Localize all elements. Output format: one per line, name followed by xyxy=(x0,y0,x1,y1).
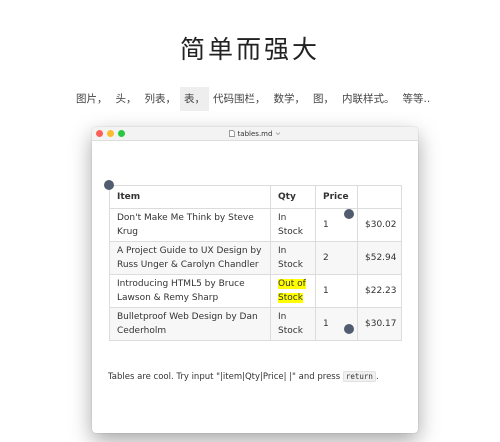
hero-title: 简单而强大 xyxy=(179,35,320,64)
table-row: Introducing HTML5 by Bruce Lawson & Remy… xyxy=(109,274,402,308)
column-header-empty[interactable] xyxy=(357,185,402,209)
cell-total[interactable]: $22.23 xyxy=(357,274,402,308)
table-row: Don't Make Me Think by Steve Krug In Sto… xyxy=(109,208,402,242)
cell-item[interactable]: Don't Make Me Think by Steve Krug xyxy=(109,208,271,242)
footer-text: Tables are cool. Try input "|item|Qty|Pr… xyxy=(108,372,343,382)
nav-item-math[interactable]: 数学， xyxy=(270,87,310,111)
nav-item-headers[interactable]: 头， xyxy=(112,87,141,111)
table-row: Bulletproof Web Design by Dan Cederholm … xyxy=(109,307,402,341)
chevron-down-icon[interactable] xyxy=(275,131,281,136)
cell-item[interactable]: A Project Guide to UX Design by Russ Ung… xyxy=(109,241,271,275)
window-filename: tables.md xyxy=(237,130,273,138)
cursor-dot xyxy=(104,180,114,190)
cell-qty[interactable]: In Stock xyxy=(270,307,316,341)
cursor-dot xyxy=(344,209,354,219)
nav-item-images[interactable]: 图片， xyxy=(72,87,112,111)
cell-total[interactable]: $30.17 xyxy=(357,307,402,341)
nav-item-more[interactable]: 等等.. xyxy=(399,87,435,111)
feature-nav: 图片， 头， 列表， 表， 代码围栏， 数学， 图， 内联样式。 等等.. xyxy=(72,87,434,111)
cell-item[interactable]: Introducing HTML5 by Bruce Lawson & Remy… xyxy=(109,274,271,308)
column-header-price[interactable]: Price xyxy=(315,185,358,209)
cell-qty[interactable]: Out of Stock xyxy=(270,274,316,308)
document-icon xyxy=(229,130,236,137)
footer-note: Tables are cool. Try input "|item|Qty|Pr… xyxy=(108,371,379,382)
cell-price[interactable]: 1 xyxy=(315,274,358,308)
return-key-label: return xyxy=(342,371,376,382)
cell-qty[interactable]: In Stock xyxy=(270,241,316,275)
cell-total[interactable]: $52.94 xyxy=(357,241,402,275)
editor-window: tables.md Item Qty Price Don't Make Me T… xyxy=(92,127,418,433)
cell-qty[interactable]: In Stock xyxy=(270,208,316,242)
highlighted-text: Out of Stock xyxy=(278,279,306,303)
window-titlebar: tables.md xyxy=(92,127,418,141)
nav-item-tables[interactable]: 表， xyxy=(180,87,209,111)
nav-item-code-fences[interactable]: 代码围栏， xyxy=(209,87,270,111)
nav-item-lists[interactable]: 列表， xyxy=(141,87,181,111)
cell-total[interactable]: $30.02 xyxy=(357,208,402,242)
footer-text-end: . xyxy=(375,372,379,382)
markdown-table[interactable]: Item Qty Price Don't Make Me Think by St… xyxy=(109,185,402,341)
cursor-dot xyxy=(344,324,354,334)
table-header-row: Item Qty Price xyxy=(109,185,402,209)
table-row: A Project Guide to UX Design by Russ Ung… xyxy=(109,241,402,275)
column-header-qty[interactable]: Qty xyxy=(270,185,316,209)
nav-item-inline-styles[interactable]: 内联样式。 xyxy=(338,87,399,111)
window-title: tables.md xyxy=(92,128,418,140)
cell-item[interactable]: Bulletproof Web Design by Dan Cederholm xyxy=(109,307,271,341)
column-header-item[interactable]: Item xyxy=(109,185,271,209)
nav-item-diagrams[interactable]: 图， xyxy=(309,87,338,111)
cell-price[interactable]: 2 xyxy=(315,241,358,275)
